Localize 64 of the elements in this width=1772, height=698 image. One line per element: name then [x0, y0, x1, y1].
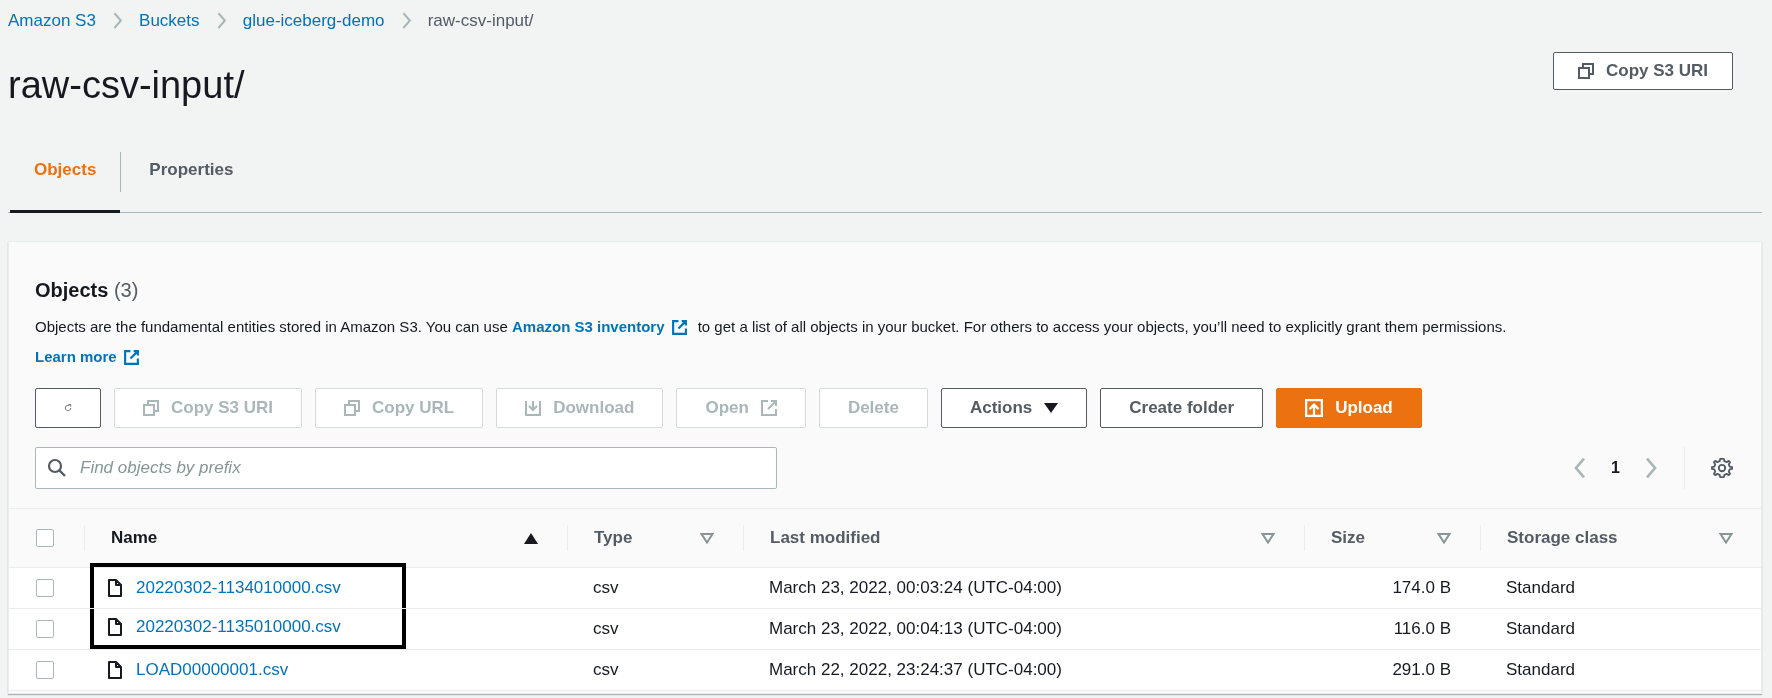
caret-icon — [1044, 403, 1059, 413]
upload-icon — [1305, 399, 1324, 417]
column-header[interactable]: Last modified — [770, 528, 881, 548]
copy-uri-button[interactable]: Copy S3 URI — [1552, 52, 1733, 90]
settings-button[interactable] — [1711, 457, 1733, 479]
page-number[interactable]: 1 — [1605, 459, 1626, 477]
inline-link[interactable]: Amazon S3 inventory — [511, 318, 665, 335]
page-title: raw-csv-input/ — [8, 66, 245, 104]
copy-icon — [344, 400, 361, 416]
column-header[interactable]: Name — [111, 528, 158, 548]
copy-icon — [1577, 63, 1594, 79]
checkbox[interactable] — [36, 661, 54, 679]
file-link[interactable]: 20220302-1134010000.csv — [136, 577, 341, 598]
table-cell: 291.0 B — [1392, 660, 1451, 680]
table-cell: csv — [593, 619, 619, 639]
table-cell: csv — [593, 660, 619, 680]
table-cell: 116.0 B — [1393, 619, 1451, 639]
file-icon — [108, 578, 122, 597]
settings-icon — [1711, 457, 1733, 479]
actions-dropdown[interactable]: Actions — [940, 388, 1088, 428]
checkbox[interactable] — [36, 620, 54, 638]
external-link-icon — [760, 400, 777, 416]
table-cell: Standard — [1506, 578, 1575, 598]
column-header[interactable]: Size — [1331, 528, 1366, 548]
breadcrumb-current: raw-csv-input/ — [427, 11, 534, 31]
search-icon — [47, 458, 67, 478]
refresh-button[interactable] — [35, 388, 101, 428]
tab[interactable]: Properties — [125, 130, 258, 213]
toolbar-button[interactable]: Upload — [1276, 388, 1422, 428]
description-text: Objects are the fundamental entities stored in Amazon S3. You can use Amazon S3 inventory to get a list of all objects in your bucket. For others to access your objects, you’ll need to explicitly grant them permissions. Learn more — [35, 317, 1508, 368]
table-cell: csv — [593, 578, 619, 598]
sort-icon[interactable] — [700, 532, 714, 544]
toolbar-button[interactable]: Create folder — [1100, 388, 1264, 428]
checkbox[interactable] — [36, 579, 54, 597]
panel-heading: Objects (3) — [35, 278, 140, 303]
chevron-left-icon — [1573, 456, 1588, 480]
sort-icon[interactable] — [1719, 532, 1733, 544]
breadcrumb-link[interactable]: Buckets — [139, 11, 200, 31]
checkbox[interactable] — [36, 529, 54, 547]
download-icon — [525, 400, 542, 416]
file-link[interactable]: LOAD00000001.csv — [136, 660, 289, 680]
table-cell: Standard — [1506, 619, 1575, 639]
table-cell: March 23, 2022, 00:04:13 (UTC-04:00) — [769, 619, 1062, 639]
column-header[interactable]: Type — [594, 528, 633, 548]
chevron-right-icon — [1644, 456, 1658, 480]
search-field[interactable]: Find objects by prefix — [35, 447, 777, 489]
sort-icon[interactable] — [1437, 532, 1451, 544]
table-cell: Standard — [1506, 660, 1575, 680]
table-cell: 174.0 B — [1392, 578, 1451, 598]
breadcrumb-link[interactable]: glue-iceberg-demo — [242, 11, 385, 31]
copy-icon — [143, 400, 159, 416]
chevron-icon — [400, 11, 412, 31]
file-link[interactable]: 20220302-1135010000.csv — [136, 617, 341, 637]
table-cell: March 23, 2022, 00:03:24 (UTC-04:00) — [769, 578, 1062, 598]
file-icon — [108, 661, 122, 679]
file-icon — [108, 618, 122, 636]
sort-ascending-icon[interactable] — [524, 532, 538, 544]
chevron-icon — [111, 11, 124, 31]
sort-icon[interactable] — [1261, 532, 1275, 544]
table-cell: March 22, 2022, 23:24:37 (UTC-04:00) — [769, 660, 1062, 680]
chevron-icon — [215, 11, 227, 31]
breadcrumb-link[interactable]: Amazon S3 — [8, 11, 96, 31]
inline-link[interactable]: Learn more — [35, 348, 117, 365]
column-header[interactable]: Storage class — [1507, 528, 1618, 548]
